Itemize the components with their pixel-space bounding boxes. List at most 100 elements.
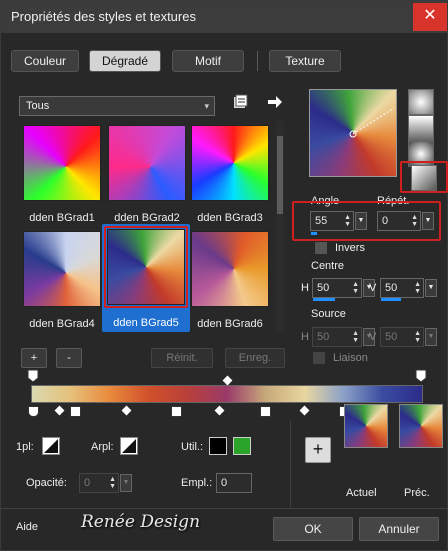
gradient-thumb-6[interactable]: [191, 231, 269, 307]
style-sunburst-icon[interactable]: [411, 165, 437, 191]
invert-label: Invers: [335, 242, 365, 254]
source-v-value: 50: [385, 331, 398, 343]
color-midpoint[interactable]: [299, 405, 310, 416]
angle-level-bar: [311, 232, 317, 235]
chevron-down-icon[interactable]: ▼: [120, 474, 132, 492]
source-label: Source: [311, 308, 346, 320]
color-stop[interactable]: [171, 406, 182, 417]
gradient-thumb-1[interactable]: [23, 125, 101, 201]
location-input[interactable]: 0: [216, 473, 252, 493]
divider: [290, 421, 291, 507]
gradient-label: dden BGrad2: [114, 212, 180, 224]
center-h-value: 50: [317, 282, 330, 294]
previous-label: Préc.: [404, 487, 430, 499]
repeat-value: 0: [382, 215, 389, 227]
center-v-spinbox[interactable]: 50 ▲ ▼ ▼: [380, 278, 437, 298]
tab-motif[interactable]: Motif: [172, 50, 244, 72]
opacity-label: Opacité:: [26, 477, 67, 489]
watermark: Renée Design: [81, 512, 201, 532]
spinner-arrows-icon[interactable]: ▲ ▼: [411, 214, 418, 228]
color-swatch-black[interactable]: [209, 437, 227, 455]
link-label: Liaison: [333, 352, 368, 364]
opacity-midpoint[interactable]: [222, 375, 233, 386]
empl-label: Empl.:: [181, 477, 213, 489]
opl-label: 1pl:: [16, 441, 34, 453]
gradient-thumb-4[interactable]: [23, 231, 101, 307]
gradient-thumb-2[interactable]: [108, 125, 186, 201]
center-h-spinbox[interactable]: 50 ▲ ▼ ▼: [312, 278, 375, 298]
close-button[interactable]: ✕: [413, 3, 447, 31]
chevron-down-icon[interactable]: ▼: [355, 212, 367, 230]
category-dropdown[interactable]: Tous ▾: [19, 96, 215, 116]
footer-divider: [1, 508, 447, 509]
center-label: Centre: [311, 260, 345, 272]
opacity-value: 0: [84, 477, 91, 489]
angle-spinbox[interactable]: 55 ▲ ▼ ▼: [310, 211, 367, 231]
center-v-value: 50: [385, 282, 398, 294]
source-h-value: 50: [317, 331, 330, 343]
cancel-button[interactable]: Annuler: [359, 517, 439, 541]
spinner-arrows-icon[interactable]: ▲ ▼: [109, 476, 116, 490]
current-preview[interactable]: [344, 404, 388, 448]
spinner-arrows-icon[interactable]: ▲ ▼: [414, 281, 421, 295]
title-bar: Propriétés des styles et textures ✕: [1, 1, 448, 33]
center-v-label: V: [369, 282, 377, 294]
color-stop[interactable]: [260, 406, 271, 417]
remove-gradient-button[interactable]: -: [56, 348, 82, 368]
gradient-bar[interactable]: [31, 385, 423, 403]
location-value: 0: [221, 477, 228, 489]
source-h-spinbox[interactable]: 50 ▲ ▼ ▼: [312, 327, 375, 347]
source-h-label: H: [301, 331, 309, 343]
color-midpoint[interactable]: [121, 405, 132, 416]
color-midpoint[interactable]: [214, 405, 225, 416]
ok-button[interactable]: OK: [273, 517, 353, 541]
angle-value: 55: [315, 215, 328, 227]
tab-degrade[interactable]: Dégradé: [89, 50, 161, 72]
chevron-down-icon[interactable]: ▼: [425, 328, 437, 346]
arpl-icon[interactable]: [120, 437, 138, 455]
util-label: Util.:: [181, 441, 203, 453]
opacity-stop-marker[interactable]: [27, 369, 39, 383]
source-v-spinbox[interactable]: 50 ▲ ▼ ▼: [380, 327, 437, 347]
add-gradient-button[interactable]: +: [21, 348, 47, 368]
tab-couleur[interactable]: Couleur: [11, 50, 79, 72]
previous-preview[interactable]: [399, 404, 443, 448]
link-checkbox[interactable]: [313, 352, 325, 364]
invert-checkbox[interactable]: [315, 242, 327, 254]
repeat-spinbox[interactable]: 0 ▲ ▼ ▼: [377, 211, 434, 231]
save-gradient-button[interactable]: Enreg.: [225, 348, 285, 368]
color-stop[interactable]: [28, 406, 39, 417]
library-icon[interactable]: [232, 94, 248, 110]
arrow-right-icon[interactable]: [267, 95, 283, 109]
dialog-window: Propriétés des styles et textures ✕ Coul…: [0, 0, 448, 551]
opl-icon[interactable]: [42, 437, 60, 455]
gradient-label: dden BGrad5: [113, 317, 179, 329]
spinner-arrows-icon[interactable]: ▲ ▼: [344, 214, 351, 228]
help-link[interactable]: Aide: [16, 521, 38, 533]
style-rectangular-icon[interactable]: [408, 115, 434, 141]
chevron-down-icon[interactable]: ▼: [425, 279, 437, 297]
color-midpoint[interactable]: [54, 405, 65, 416]
color-swatch-green[interactable]: [233, 437, 251, 455]
opacity-stop-marker[interactable]: [415, 369, 427, 383]
opacity-spinbox[interactable]: 0 ▲ ▼ ▼: [79, 473, 132, 493]
spinner-arrows-icon[interactable]: ▲ ▼: [414, 330, 421, 344]
window-title: Propriétés des styles et textures: [11, 9, 196, 24]
chevron-down-icon: ▾: [204, 101, 209, 111]
gradient-label: dden BGrad6: [197, 318, 263, 330]
style-linear-icon[interactable]: [408, 89, 434, 115]
tab-texture[interactable]: Texture: [269, 50, 341, 72]
spinner-arrows-icon[interactable]: ▲ ▼: [352, 330, 359, 344]
gradient-thumb-5[interactable]: [107, 229, 185, 305]
reset-button[interactable]: Réinit.: [151, 348, 213, 368]
category-value: Tous: [26, 100, 50, 112]
gradient-preview[interactable]: [309, 89, 397, 177]
source-v-label: V: [369, 331, 377, 343]
spinner-arrows-icon[interactable]: ▲ ▼: [352, 281, 359, 295]
gradient-label: dden BGrad1: [29, 212, 95, 224]
color-stop[interactable]: [70, 406, 81, 417]
gradient-thumb-3[interactable]: [191, 125, 269, 201]
add-plus-button[interactable]: +: [305, 437, 331, 463]
scrollbar-thumb[interactable]: [277, 136, 283, 214]
chevron-down-icon[interactable]: ▼: [422, 212, 434, 230]
